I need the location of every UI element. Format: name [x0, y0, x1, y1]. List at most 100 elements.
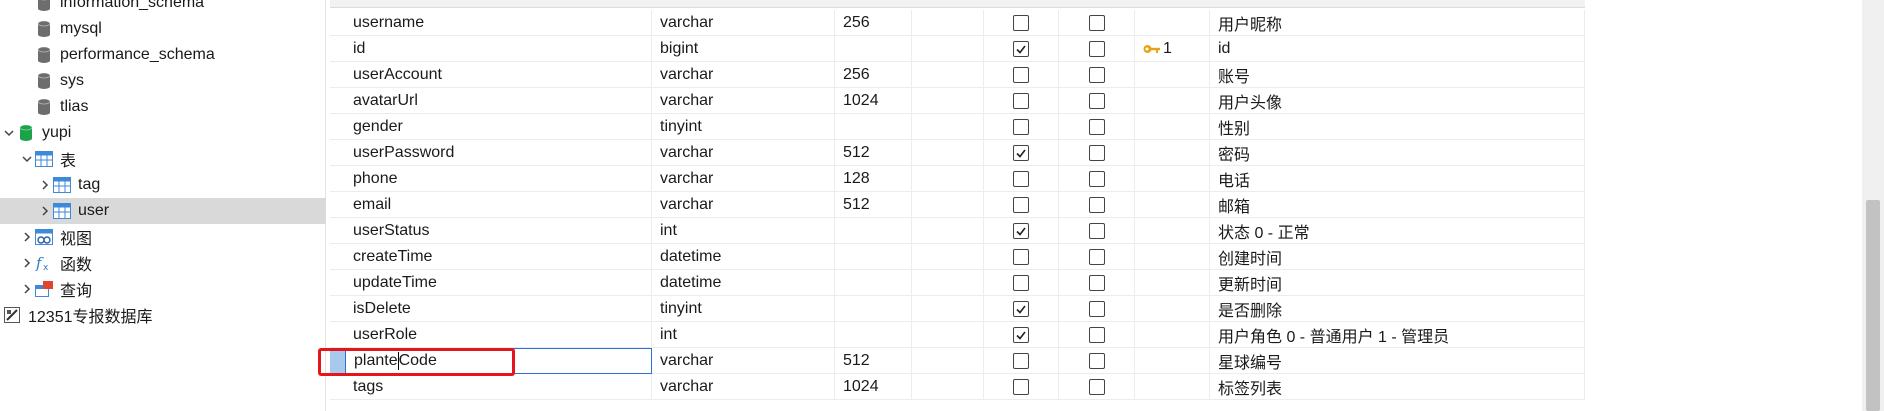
- checkbox[interactable]: [1088, 197, 1105, 213]
- cell-not-null[interactable]: [984, 322, 1059, 348]
- cell-name[interactable]: userPassword: [345, 140, 652, 166]
- checkbox[interactable]: [1088, 327, 1105, 343]
- cell-type[interactable]: varchar: [652, 192, 835, 218]
- cell-not-null[interactable]: [984, 348, 1059, 374]
- cell-key[interactable]: [1135, 62, 1210, 88]
- checkbox[interactable]: [1013, 249, 1029, 265]
- checkbox[interactable]: [1013, 379, 1029, 395]
- cell-comment[interactable]: 星球编号: [1210, 348, 1585, 374]
- cell-name[interactable]: userAccount: [345, 62, 652, 88]
- checkbox[interactable]: [1088, 275, 1105, 291]
- cell-virtual[interactable]: [1059, 140, 1135, 166]
- cell-not-null[interactable]: [984, 36, 1059, 62]
- cell-key[interactable]: [1135, 270, 1210, 296]
- cell-name[interactable]: userRole: [345, 322, 652, 348]
- field-row[interactable]: planteCode varchar 512 星球编号: [330, 348, 1585, 374]
- cell-decimal[interactable]: [912, 62, 984, 88]
- cell-comment[interactable]: 邮箱: [1210, 192, 1585, 218]
- tree-item-mysql[interactable]: mysql: [0, 16, 326, 42]
- checkbox[interactable]: [1013, 15, 1029, 31]
- cell-key[interactable]: 1: [1135, 36, 1210, 62]
- cell-virtual[interactable]: [1059, 192, 1135, 218]
- checkbox[interactable]: [1088, 249, 1105, 265]
- checkbox[interactable]: [1088, 67, 1105, 83]
- tree-item-sys[interactable]: sys: [0, 68, 326, 94]
- scrollbar-thumb[interactable]: [1866, 200, 1880, 411]
- cell-length[interactable]: [835, 244, 912, 270]
- tree-item-user[interactable]: user: [0, 198, 326, 224]
- row-marker[interactable]: [330, 140, 345, 166]
- cell-comment[interactable]: 用户头像: [1210, 88, 1585, 114]
- cell-comment[interactable]: 账号: [1210, 62, 1585, 88]
- cell-name[interactable]: phone: [345, 166, 652, 192]
- cell-virtual[interactable]: [1059, 270, 1135, 296]
- vertical-scrollbar[interactable]: [1862, 0, 1884, 411]
- field-row[interactable]: id bigint 1 id: [330, 36, 1585, 62]
- cell-decimal[interactable]: [912, 270, 984, 296]
- tree-item-查询[interactable]: 查询: [0, 276, 326, 302]
- cell-type[interactable]: varchar: [652, 62, 835, 88]
- cell-comment[interactable]: 是否删除: [1210, 296, 1585, 322]
- cell-type[interactable]: int: [652, 322, 835, 348]
- cell-name[interactable]: tags: [345, 374, 652, 400]
- checkbox[interactable]: [1013, 145, 1029, 161]
- cell-type[interactable]: varchar: [652, 140, 835, 166]
- checkbox[interactable]: [1013, 301, 1029, 317]
- row-marker[interactable]: [330, 36, 345, 62]
- field-row[interactable]: username varchar 256 用户昵称: [330, 10, 1585, 36]
- row-marker[interactable]: [330, 296, 345, 322]
- cell-decimal[interactable]: [912, 140, 984, 166]
- cell-type[interactable]: varchar: [652, 374, 835, 400]
- cell-decimal[interactable]: [912, 192, 984, 218]
- checkbox[interactable]: [1013, 275, 1029, 291]
- cell-key[interactable]: [1135, 88, 1210, 114]
- cell-length[interactable]: 128: [835, 166, 912, 192]
- cell-type[interactable]: int: [652, 218, 835, 244]
- chevron-down-icon[interactable]: [2, 120, 16, 146]
- cell-decimal[interactable]: [912, 166, 984, 192]
- checkbox[interactable]: [1013, 171, 1029, 187]
- cell-comment[interactable]: 用户角色 0 - 普通用户 1 - 管理员: [1210, 322, 1585, 348]
- tree-item-yupi[interactable]: yupi: [0, 120, 326, 146]
- checkbox[interactable]: [1088, 171, 1105, 187]
- field-row[interactable]: email varchar 512 邮箱: [330, 192, 1585, 218]
- cell-not-null[interactable]: [984, 140, 1059, 166]
- checkbox[interactable]: [1088, 301, 1105, 317]
- field-row[interactable]: userAccount varchar 256 账号: [330, 62, 1585, 88]
- row-marker[interactable]: [330, 62, 345, 88]
- checkbox[interactable]: [1088, 119, 1105, 135]
- cell-type[interactable]: bigint: [652, 36, 835, 62]
- checkbox[interactable]: [1013, 197, 1029, 213]
- row-marker[interactable]: [330, 218, 345, 244]
- checkbox[interactable]: [1013, 119, 1029, 135]
- cell-decimal[interactable]: [912, 114, 984, 140]
- tree-item-information_schema[interactable]: information_schema: [0, 0, 326, 16]
- tree-item-performance_schema[interactable]: performance_schema: [0, 42, 326, 68]
- cell-comment[interactable]: 电话: [1210, 166, 1585, 192]
- cell-decimal[interactable]: [912, 36, 984, 62]
- cell-name[interactable]: isDelete: [345, 296, 652, 322]
- checkbox[interactable]: [1088, 353, 1105, 369]
- cell-key[interactable]: [1135, 114, 1210, 140]
- cell-not-null[interactable]: [984, 218, 1059, 244]
- field-row[interactable]: createTime datetime 创建时间: [330, 244, 1585, 270]
- chevron-right-icon[interactable]: [38, 198, 52, 224]
- cell-decimal[interactable]: [912, 348, 984, 374]
- cell-key[interactable]: [1135, 374, 1210, 400]
- cell-type[interactable]: datetime: [652, 244, 835, 270]
- chevron-right-icon[interactable]: [20, 276, 34, 302]
- cell-not-null[interactable]: [984, 374, 1059, 400]
- chevron-right-icon[interactable]: [20, 250, 34, 276]
- tree-item-tlias[interactable]: tlias: [0, 94, 326, 120]
- cell-name[interactable]: createTime: [345, 244, 652, 270]
- row-marker[interactable]: [330, 374, 345, 400]
- cell-length[interactable]: 256: [835, 62, 912, 88]
- cell-type[interactable]: tinyint: [652, 114, 835, 140]
- cell-decimal[interactable]: [912, 244, 984, 270]
- cell-key[interactable]: [1135, 192, 1210, 218]
- checkbox[interactable]: [1088, 93, 1105, 109]
- tree-item-表[interactable]: 表: [0, 146, 326, 172]
- cell-name[interactable]: email: [345, 192, 652, 218]
- cell-type[interactable]: varchar: [652, 88, 835, 114]
- cell-virtual[interactable]: [1059, 296, 1135, 322]
